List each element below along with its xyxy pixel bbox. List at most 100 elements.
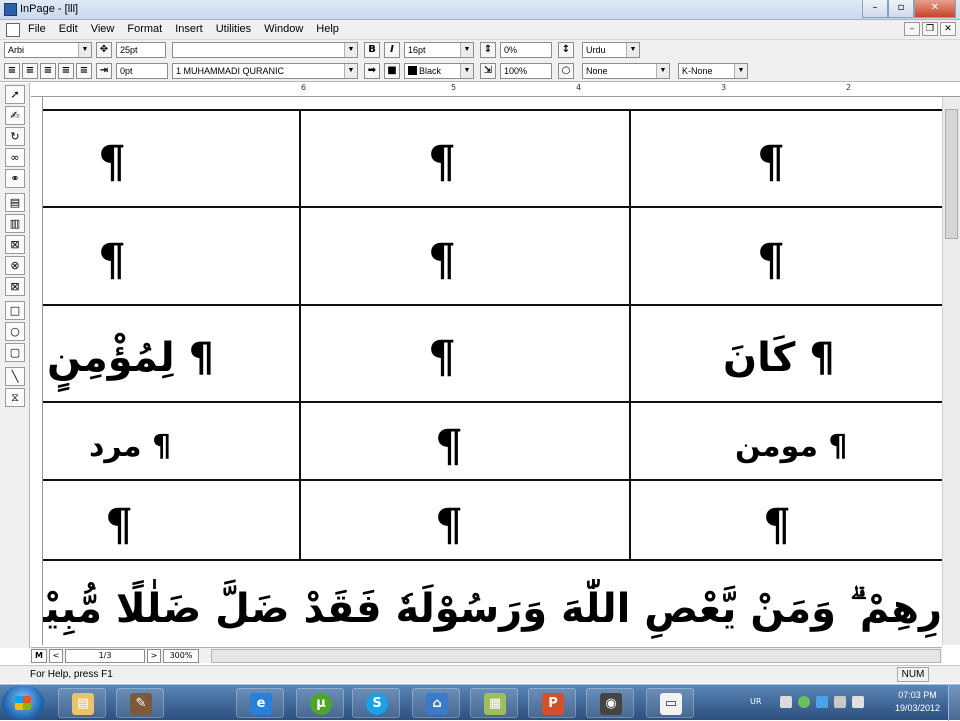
menu-utilities[interactable]: Utilities (216, 23, 251, 35)
maximize-button[interactable]: ▫ (888, 0, 914, 18)
start-button[interactable] (2, 686, 44, 720)
menu-format[interactable]: Format (127, 23, 162, 35)
table-cell[interactable]: ¶ مرد (89, 425, 171, 469)
prev-page-icon[interactable]: < (49, 649, 63, 663)
style-select[interactable]: ▼ (172, 42, 358, 58)
ellipse-tool-icon[interactable]: ○ (5, 322, 25, 341)
table-cell[interactable]: ¶ (757, 239, 785, 283)
menu-help[interactable]: Help (316, 23, 339, 35)
language-indicator[interactable]: UR (750, 697, 761, 706)
kerning-select[interactable]: K-None ▼ (678, 63, 748, 79)
taskbar-utorrent[interactable]: µ (296, 688, 344, 718)
picture-box-tool-icon[interactable]: ⊠ (5, 235, 25, 254)
point-size-select[interactable]: 16pt ▼ (404, 42, 474, 58)
table-cell[interactable]: ¶ مومن (735, 425, 848, 469)
zoom-field[interactable]: 300% (163, 649, 199, 663)
scroll-thumb[interactable] (945, 109, 958, 239)
show-desktop-button[interactable] (948, 685, 960, 721)
clock[interactable]: 07:03 PM 19/03/2012 (895, 689, 940, 715)
color-select[interactable]: Black ▼ (404, 63, 474, 79)
table-cell[interactable]: ¶ (428, 239, 456, 283)
bold-button[interactable]: B (364, 42, 380, 58)
vertical-ruler[interactable] (31, 97, 43, 645)
horizontal-ruler[interactable]: 6 5 4 3 2 (31, 83, 960, 97)
inpage-app-icon[interactable] (4, 3, 17, 16)
page-indicator[interactable]: 1/3 (65, 649, 145, 663)
italic-button[interactable]: I (384, 42, 400, 58)
master-page-button[interactable]: M (31, 649, 47, 663)
taskbar-explorer[interactable]: ▤ (58, 688, 106, 718)
oval-picture-tool-icon[interactable]: ⊗ (5, 256, 25, 275)
justify-all-icon[interactable]: ≡ (76, 63, 92, 79)
scale-icon[interactable]: ⇲ (480, 63, 496, 79)
spacing-field[interactable]: 0% (500, 42, 552, 58)
align-left-icon[interactable]: ≡ (4, 63, 20, 79)
horizontal-scrollbar[interactable] (211, 649, 941, 663)
rectangle-tool-icon[interactable]: □ (5, 301, 25, 320)
taskbar-internet-explorer[interactable]: e (236, 688, 284, 718)
menu-insert[interactable]: Insert (175, 23, 203, 35)
next-page-icon[interactable]: > (147, 649, 161, 663)
table-cell[interactable]: ¶ (435, 425, 463, 469)
utorrent-tray-icon[interactable] (798, 696, 810, 708)
indent-field[interactable]: 0pt (116, 63, 168, 79)
text-tool-icon[interactable]: ✍ (5, 106, 25, 125)
fill-color-icon[interactable]: ■ (384, 63, 400, 79)
table-cell[interactable]: ¶ لِمُؤْمِنٍ (47, 333, 214, 383)
volume-tray-icon[interactable] (852, 696, 864, 708)
close-button[interactable]: ✕ (914, 0, 956, 18)
minimize-button[interactable]: – (862, 0, 888, 18)
table-cell[interactable]: ¶ (98, 141, 126, 185)
frame-tool-icon[interactable]: ▥ (5, 214, 25, 233)
rotate-tool-icon[interactable]: ↻ (5, 127, 25, 146)
justify-icon[interactable]: ≡ (58, 63, 74, 79)
shade-icon[interactable]: ○ (558, 63, 574, 79)
menu-edit[interactable]: Edit (59, 23, 78, 35)
shade-select[interactable]: None ▼ (582, 63, 670, 79)
font-select[interactable]: Arbi ▼ (4, 42, 92, 58)
menu-window[interactable]: Window (264, 23, 303, 35)
taskbar-inpage[interactable]: ▭ (646, 688, 694, 718)
leading-icon[interactable]: ⇕ (480, 42, 496, 58)
table-cell[interactable]: ¶ (105, 504, 133, 548)
align-right-icon[interactable]: ≡ (22, 63, 38, 79)
doc-minimize-button[interactable]: – (904, 22, 920, 36)
doc-close-button[interactable]: ✕ (940, 22, 956, 36)
taskbar-notepad[interactable]: ▦ (470, 688, 518, 718)
menu-view[interactable]: View (91, 23, 115, 35)
scale-field[interactable]: 100% (500, 63, 552, 79)
baseline-icon[interactable]: ↕ (558, 42, 574, 58)
taskbar-skype[interactable]: S (352, 688, 400, 718)
taskbar-network[interactable]: ⌂ (412, 688, 460, 718)
quran-text-line[interactable]: رِهِمْ ۗ وَمَنْ يَّعْصِ اللّٰهَ وَرَسُوْ… (43, 579, 942, 639)
line-tool-icon[interactable]: ╲ (5, 367, 25, 386)
rect-picture-tool-icon[interactable]: ⊠ (5, 277, 25, 296)
table-cell[interactable]: ¶ (98, 239, 126, 283)
unlink-tool-icon[interactable]: ⚭ (5, 169, 25, 188)
vertical-scrollbar[interactable] (942, 97, 960, 645)
text-direction-icon[interactable]: ➡ (364, 63, 380, 79)
align-center-icon[interactable]: ≡ (40, 63, 56, 79)
table-cell[interactable]: ¶ (763, 504, 791, 548)
dropbox-tray-icon[interactable] (816, 696, 828, 708)
tray-icon[interactable] (780, 696, 792, 708)
pointer-tool-icon[interactable]: ➚ (5, 85, 25, 104)
move-icon[interactable]: ✥ (96, 42, 112, 58)
table-cell[interactable]: ¶ كَانَ (723, 333, 835, 383)
table-tool-icon[interactable]: ⧖ (5, 388, 25, 407)
doc-restore-button[interactable]: ❐ (922, 22, 938, 36)
table-cell[interactable]: ¶ (428, 141, 456, 185)
font-name-select[interactable]: 1 MUHAMMADI QURANIC ▼ (172, 63, 358, 79)
language-select[interactable]: Urdu ▼ (582, 42, 640, 58)
link-tool-icon[interactable]: ∞ (5, 148, 25, 167)
document-canvas[interactable]: ¶ ¶ ¶ ¶ ¶ ¶ ¶ لِمُؤْمِنٍ ¶ ¶ كَانَ ¶ مرد… (43, 97, 942, 645)
table-cell[interactable]: ¶ (757, 141, 785, 185)
menu-file[interactable]: File (28, 23, 46, 35)
table-cell[interactable]: ¶ (428, 336, 456, 380)
taskbar-powerpoint[interactable]: P (528, 688, 576, 718)
document-icon[interactable] (6, 23, 20, 37)
indent-icon[interactable]: ⇥ (96, 63, 112, 79)
network-tray-icon[interactable] (834, 696, 846, 708)
taskbar-photo-app[interactable]: ✎ (116, 688, 164, 718)
table-cell[interactable]: ¶ (435, 504, 463, 548)
